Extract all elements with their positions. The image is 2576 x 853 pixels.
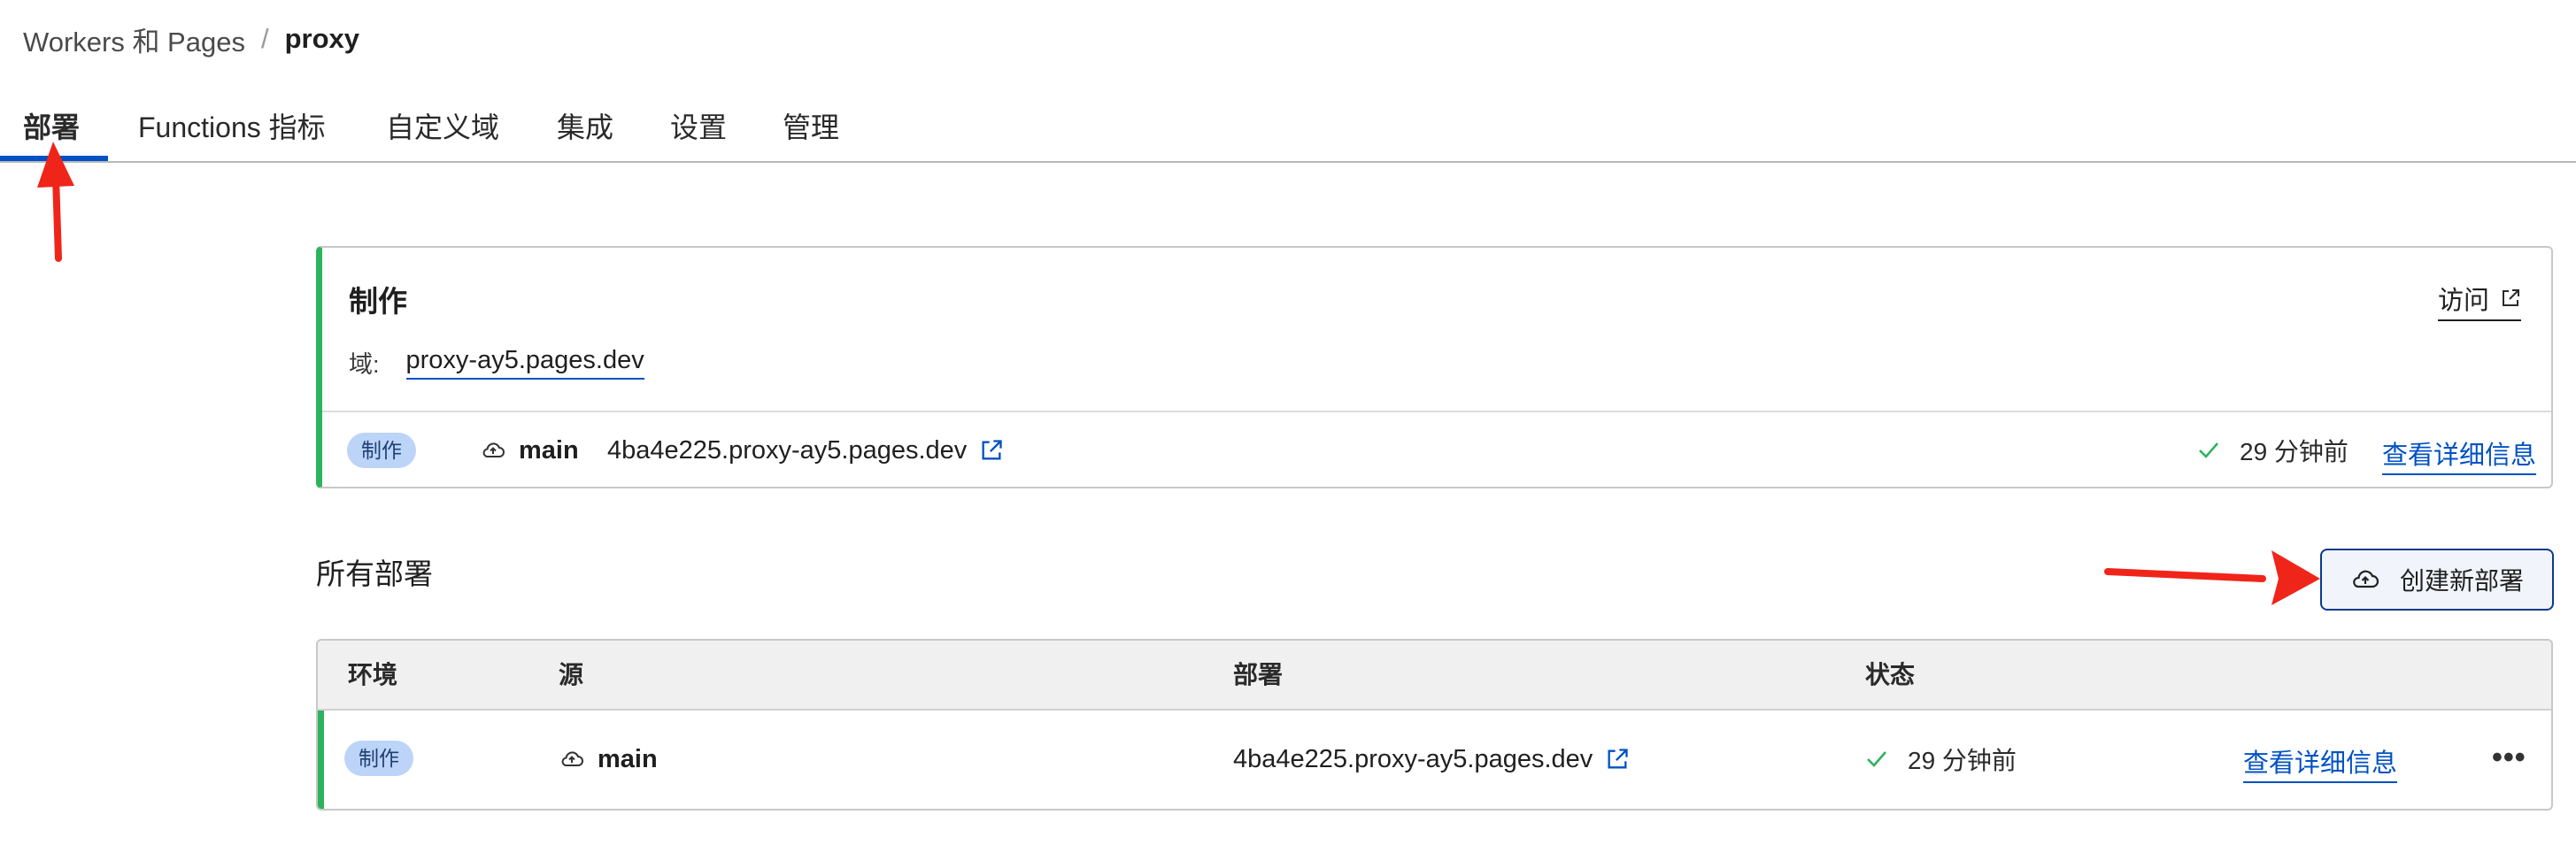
external-link-icon[interactable] [979, 438, 1004, 463]
deployment-status: 29 分钟前 [2197, 432, 2348, 469]
status-time: 29 分钟前 [2240, 438, 2348, 465]
branch-name: main [519, 435, 579, 465]
deployments-table: 环境 源 部署 状态 制作 main 4ba4e225.proxy-ay5.pa… [316, 639, 2553, 811]
cloud-icon [561, 751, 583, 766]
deployment-url[interactable]: 4ba4e225.proxy-ay5.pages.dev [607, 436, 967, 465]
view-details-link[interactable]: 查看详细信息 [2382, 434, 2537, 475]
environment-badge: 制作 [344, 741, 413, 776]
tab-deployments[interactable]: 部署 [23, 90, 80, 161]
domain-label: 域: [349, 351, 380, 378]
deployment-url-row: 4ba4e225.proxy-ay5.pages.dev [607, 432, 1004, 469]
column-status: 状态 [1865, 661, 1916, 688]
tab-settings[interactable]: 设置 [670, 90, 727, 161]
check-icon [2199, 442, 2218, 458]
deployment-url[interactable]: 4ba4e225.proxy-ay5.pages.dev [1233, 745, 1593, 774]
check-icon [1867, 751, 1886, 767]
tab-custom-domains[interactable]: 自定义域 [386, 90, 499, 161]
status-time: 29 分钟前 [1908, 747, 2017, 774]
more-icon[interactable]: ••• [2492, 741, 2526, 775]
branch-name: main [598, 744, 658, 773]
breadcrumb-separator: / [260, 23, 269, 54]
create-deployment-button[interactable]: 创建新部署 [2320, 549, 2554, 611]
active-tab-indicator [0, 156, 108, 161]
tab-functions-metrics[interactable]: Functions 指标 [138, 90, 326, 161]
visit-link[interactable]: 访问 [2437, 280, 2521, 321]
cloud-icon [482, 442, 505, 457]
table-header: 环境 源 部署 状态 [318, 641, 2551, 711]
create-deployment-label: 创建新部署 [2399, 567, 2524, 595]
annotation-arrow [2104, 550, 2320, 605]
breadcrumb-current: proxy [284, 23, 359, 54]
production-card: 制作 访问 域: proxy-ay5.pages.dev 制作 main 4ba… [316, 246, 2553, 488]
column-environment: 环境 [348, 661, 398, 688]
production-title: 制作 [349, 285, 407, 318]
external-link-icon [2503, 289, 2519, 306]
breadcrumb: Workers 和 Pages / proxy [23, 19, 359, 58]
domain-link[interactable]: proxy-ay5.pages.dev [405, 346, 644, 380]
table-row: 制作 main 4ba4e225.proxy-ay5.pages.dev 29 … [318, 711, 2551, 809]
deployment-url-row: 4ba4e225.proxy-ay5.pages.dev [1233, 741, 1630, 778]
domain-row: 域: proxy-ay5.pages.dev [349, 345, 644, 380]
column-deployment: 部署 [1233, 661, 1284, 688]
tab-integrations[interactable]: 集成 [557, 90, 613, 161]
source-branch: main [559, 741, 658, 778]
column-source: 源 [559, 661, 584, 688]
visit-label: 访问 [2437, 287, 2489, 315]
view-details-link[interactable]: 查看详细信息 [2243, 742, 2398, 783]
deployment-status: 29 分钟前 [1865, 741, 2017, 778]
breadcrumb-parent[interactable]: Workers 和 Pages [23, 19, 245, 59]
all-deployments-title: 所有部署 [316, 557, 433, 590]
tab-bar: 部署 Functions 指标 自定义域 集成 设置 管理 [0, 90, 2576, 163]
tab-manage[interactable]: 管理 [783, 90, 839, 161]
environment-badge: 制作 [347, 433, 416, 468]
production-deployment-row: 制作 main 4ba4e225.proxy-ay5.pages.dev 29 … [322, 412, 2551, 488]
external-link-icon[interactable] [1605, 747, 1630, 772]
source-branch: main [480, 432, 579, 469]
cloud-upload-icon [2353, 570, 2379, 588]
